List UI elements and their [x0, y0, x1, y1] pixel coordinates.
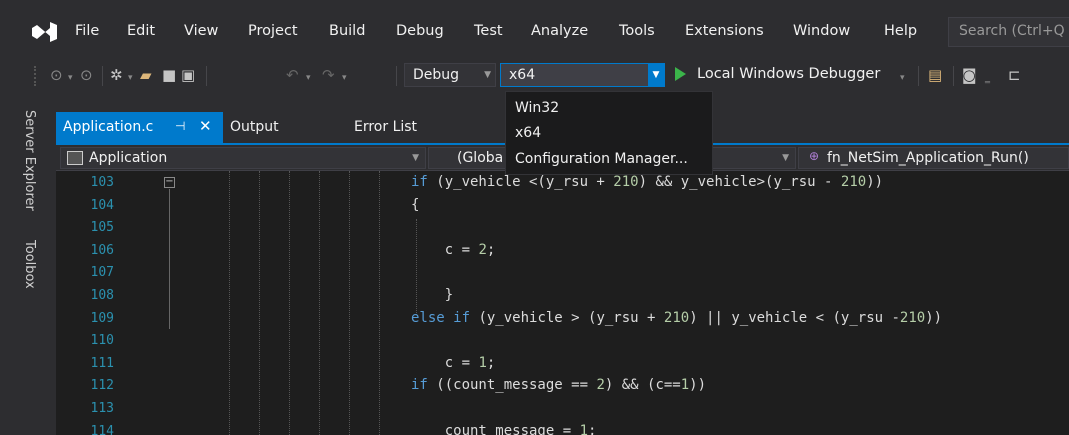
line-number: 107	[90, 265, 114, 281]
indent-guide	[259, 171, 260, 435]
forward-icon[interactable]: ⊙	[80, 66, 93, 84]
code-line[interactable]: if (y_vehicle <(y_rsu + 210) && y_vehicl…	[411, 174, 883, 190]
menu-edit[interactable]: Edit	[127, 23, 155, 39]
code-line[interactable]: }	[411, 287, 453, 303]
menu-debug[interactable]: Debug	[396, 23, 444, 39]
chevron-down-icon: ▼	[484, 70, 491, 80]
code-line[interactable]: if ((count_message == 2) && (c==1))	[411, 377, 706, 393]
code-line[interactable]: c = 1;	[411, 355, 496, 371]
menu-view[interactable]: View	[184, 23, 218, 39]
back-dropdown-icon[interactable]: ▾	[68, 69, 73, 87]
line-number: 109	[90, 310, 114, 326]
browser-link-icon[interactable]: ◙	[962, 66, 977, 84]
debugger-dropdown-icon[interactable]: ▾	[900, 69, 905, 87]
code-line[interactable]: count_message = 1;	[411, 423, 597, 435]
line-number: 112	[90, 378, 114, 394]
chevron-down-icon: ▼	[782, 153, 789, 163]
line-number: 103	[90, 175, 114, 190]
dropdown-option-configuration-manager[interactable]: Configuration Manager...	[515, 151, 688, 167]
code-editor[interactable]: − 103 104 105 106 107 108 109 110 111 112 113 114 i…	[56, 171, 1069, 435]
line-number: 105	[90, 220, 114, 236]
project-scope-select[interactable]: Application ▼	[60, 147, 426, 169]
code-line[interactable]: c = 2;	[411, 242, 496, 258]
undo-icon[interactable]: ↶	[286, 66, 299, 84]
visual-studio-logo-icon[interactable]	[30, 21, 58, 43]
menu-extensions[interactable]: Extensions	[685, 23, 764, 39]
indent-guide	[379, 171, 380, 435]
function-icon: ⊕	[809, 149, 820, 163]
toolbar-overflow-icon[interactable]: ‗	[985, 70, 990, 88]
menu-test[interactable]: Test	[474, 23, 503, 39]
tab-error-list[interactable]: Error List	[354, 119, 417, 135]
menu-analyze[interactable]: Analyze	[531, 23, 588, 39]
project-scope-value: Application	[89, 150, 168, 166]
redo-dropdown-icon[interactable]: ▾	[342, 69, 347, 87]
close-icon[interactable]: ✕	[199, 117, 212, 135]
indent-guide	[229, 171, 230, 435]
chevron-down-icon: ▼	[412, 153, 419, 163]
toolbar-separator	[918, 66, 919, 86]
line-number: 108	[90, 288, 114, 303]
toolbar-separator	[953, 66, 954, 86]
menu-project[interactable]: Project	[248, 23, 298, 39]
line-number: 104	[90, 197, 114, 213]
toolbar-options-icon[interactable]: ⊏	[1008, 66, 1021, 84]
toolbar-separator	[102, 66, 103, 86]
save-all-icon[interactable]: ▣	[181, 66, 195, 84]
open-folder-icon[interactable]: ▰	[140, 66, 152, 84]
tab-output[interactable]: Output	[230, 119, 279, 135]
dropdown-option-win32[interactable]: Win32	[515, 100, 559, 116]
line-number: 111	[90, 355, 114, 371]
server-explorer-tab[interactable]: Server Explorer	[22, 110, 37, 211]
toolbox-tab[interactable]: Toolbox	[22, 240, 37, 289]
toolbar-grip[interactable]	[34, 66, 38, 86]
menu-tools[interactable]: Tools	[619, 23, 655, 39]
undo-dropdown-icon[interactable]: ▾	[306, 69, 311, 87]
chevron-down-icon[interactable]: ▼	[648, 64, 664, 86]
pin-icon[interactable]: ⊣	[175, 119, 185, 133]
line-number: 110	[90, 333, 114, 349]
solution-configuration-select[interactable]: Debug ▼	[404, 63, 496, 87]
solution-platform-select[interactable]: x64 ▼	[500, 63, 665, 87]
left-tool-strip: Server Explorer Toolbox	[0, 100, 56, 435]
search-input[interactable]: Search (Ctrl+Q	[948, 17, 1069, 47]
new-project-icon[interactable]: ✲	[110, 66, 123, 84]
indent-guide	[349, 171, 350, 435]
toolbar-separator	[396, 66, 397, 86]
code-line[interactable]: else if (y_vehicle > (y_rsu + 210) || y_…	[411, 310, 942, 326]
member-scope-select[interactable]: ⊕ fn_NetSim_Application_Run()	[798, 147, 1069, 169]
type-scope-value: (Globa	[457, 150, 504, 166]
tab-label: Application.c	[63, 119, 154, 135]
line-number: 114	[90, 423, 114, 435]
project-icon	[67, 151, 83, 165]
solution-platform-value: x64	[509, 67, 536, 83]
toolbar-separator	[206, 66, 207, 86]
find-in-files-icon[interactable]: ▤	[928, 66, 942, 84]
tab-application-c[interactable]: Application.c ⊣ ✕	[56, 112, 223, 143]
dropdown-option-x64[interactable]: x64	[515, 125, 541, 141]
menu-file[interactable]: File	[75, 23, 99, 39]
play-icon[interactable]	[675, 67, 686, 81]
outline-fold-line	[169, 189, 170, 329]
line-number: 106	[90, 242, 114, 258]
redo-icon[interactable]: ↷	[322, 66, 335, 84]
member-scope-value: fn_NetSim_Application_Run()	[827, 150, 1029, 166]
menu-bar: File Edit View Project Build Debug Test …	[0, 0, 1069, 62]
solution-configuration-value: Debug	[413, 67, 460, 83]
line-number: 113	[90, 401, 114, 416]
save-icon[interactable]: ■	[162, 66, 176, 84]
menu-build[interactable]: Build	[329, 23, 365, 39]
platform-dropdown-list: Win32 x64 Configuration Manager...	[505, 91, 713, 175]
code-line[interactable]: {	[411, 197, 419, 213]
standard-toolbar: ⊙ ▾ ⊙ ✲ ▾ ▰ ■ ▣ ↶ ▾ ↷ ▾ Debug ▼ x64 ▼ ▾ …	[0, 60, 1069, 90]
indent-guide	[289, 171, 290, 435]
back-icon[interactable]: ⊙	[50, 66, 63, 84]
indent-guide	[319, 171, 320, 435]
start-debugger-button[interactable]: Local Windows Debugger	[697, 66, 880, 82]
menu-help[interactable]: Help	[884, 23, 917, 39]
new-project-dropdown-icon[interactable]: ▾	[128, 69, 133, 87]
collapse-icon[interactable]: −	[164, 177, 175, 188]
menu-window[interactable]: Window	[793, 23, 850, 39]
